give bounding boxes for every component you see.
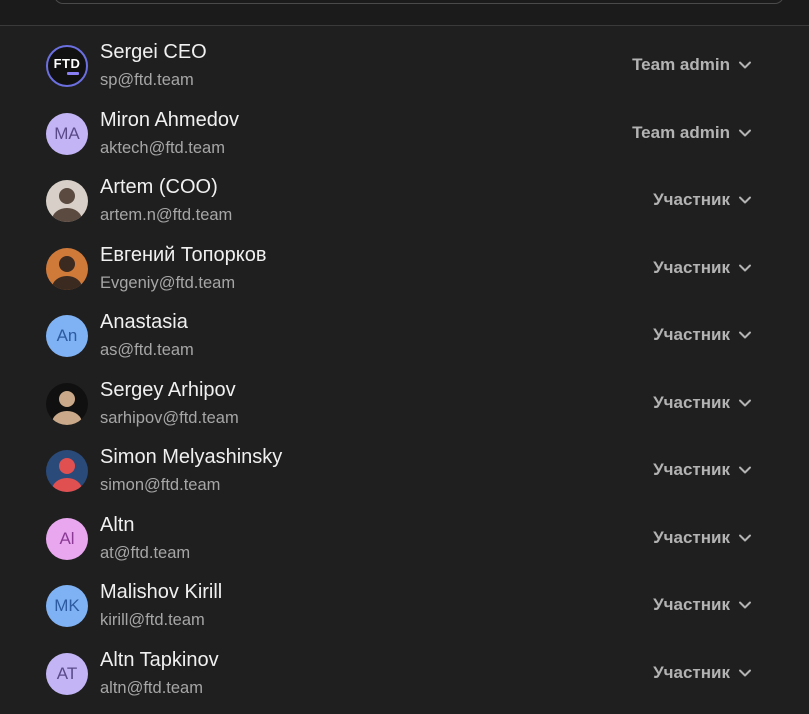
avatar: An bbox=[46, 315, 88, 357]
member-email: sp@ftd.team bbox=[100, 71, 194, 89]
chevron-down-icon bbox=[739, 196, 751, 204]
chevron-down-icon bbox=[739, 601, 751, 609]
member-name: Altn Tapkinov bbox=[100, 648, 219, 671]
member-row[interactable]: MA Miron Ahmedov aktech@ftd.team Team admin bbox=[0, 99, 809, 167]
role-dropdown[interactable]: Участник bbox=[653, 528, 752, 548]
role-label: Участник bbox=[653, 190, 730, 209]
chevron-down-icon bbox=[739, 466, 751, 474]
search-input[interactable] bbox=[54, 0, 784, 4]
role-label: Участник bbox=[653, 460, 730, 479]
avatar: Al bbox=[46, 517, 88, 560]
avatar-initials: AT bbox=[56, 663, 78, 683]
member-name: Sergei CEO bbox=[100, 41, 207, 63]
role-dropdown[interactable]: Участник bbox=[653, 595, 752, 615]
avatar: MK bbox=[46, 585, 88, 627]
role-dropdown[interactable]: Участник bbox=[653, 663, 752, 683]
avatar: FTD bbox=[46, 45, 88, 87]
user-photo-icon bbox=[52, 255, 82, 290]
member-name: Евгений Топорков bbox=[100, 243, 267, 266]
member-row[interactable]: Simon Melyashinsky simon@ftd.team Участник bbox=[0, 436, 809, 504]
role-dropdown[interactable]: Участник bbox=[653, 190, 752, 210]
member-row[interactable]: Евгений Топорков Evgeniy@ftd.team Участник bbox=[0, 234, 809, 302]
member-list: FTD Sergei CEO sp@ftd.team Team admin MA Miro… bbox=[0, 31, 809, 706]
chevron-down-icon bbox=[739, 669, 751, 676]
member-name: Simon Melyashinsky bbox=[100, 446, 283, 468]
role-label: Участник bbox=[653, 392, 730, 412]
logo-text: FTD bbox=[53, 56, 81, 71]
avatar bbox=[46, 247, 88, 290]
member-email: artem.n@ftd.team bbox=[100, 206, 233, 224]
role-dropdown[interactable]: Участник bbox=[653, 460, 752, 480]
member-row[interactable]: An Anastasia as@ftd.team Участник bbox=[0, 301, 809, 369]
role-dropdown[interactable]: Участник bbox=[653, 393, 752, 413]
role-dropdown[interactable]: Участник bbox=[653, 325, 752, 345]
role-label: Участник bbox=[653, 662, 730, 682]
role-label: Участник bbox=[653, 325, 730, 344]
member-email: as@ftd.team bbox=[100, 341, 194, 359]
member-name: Artem (COO) bbox=[100, 176, 218, 198]
avatar-initials: MK bbox=[54, 596, 80, 615]
chevron-down-icon bbox=[739, 331, 751, 339]
avatar-initials: Al bbox=[59, 528, 75, 548]
user-photo-icon bbox=[52, 458, 82, 492]
avatar bbox=[46, 450, 88, 492]
role-label: Участник bbox=[653, 257, 730, 277]
member-email: altn@ftd.team bbox=[100, 678, 203, 697]
role-label: Team admin bbox=[632, 122, 730, 142]
member-name: Malishov Kirill bbox=[100, 581, 223, 603]
member-row[interactable]: MK Malishov Kirill kirill@ftd.team Участник bbox=[0, 571, 809, 639]
avatar bbox=[46, 382, 88, 425]
member-email: simon@ftd.team bbox=[100, 476, 221, 494]
chevron-down-icon bbox=[739, 264, 751, 271]
member-email: Evgeniy@ftd.team bbox=[100, 273, 236, 292]
member-row[interactable]: Sergey Arhipov sarhipov@ftd.team Участник bbox=[0, 369, 809, 437]
user-photo-icon bbox=[52, 188, 82, 222]
chevron-down-icon bbox=[739, 534, 751, 541]
member-row[interactable]: Artem (COO) artem.n@ftd.team Участник bbox=[0, 166, 809, 234]
member-name: Altn bbox=[100, 513, 135, 536]
member-name: Miron Ahmedov bbox=[100, 108, 239, 131]
search-bar-area bbox=[0, 0, 809, 26]
role-dropdown[interactable]: Участник bbox=[653, 258, 752, 278]
role-label: Участник bbox=[653, 527, 730, 547]
member-name: Sergey Arhipov bbox=[100, 378, 236, 401]
role-label: Участник bbox=[653, 595, 730, 614]
avatar bbox=[46, 180, 88, 222]
chevron-down-icon bbox=[739, 129, 751, 136]
member-row[interactable]: AT Altn Tapkinov altn@ftd.team Участник bbox=[0, 639, 809, 707]
avatar-initials: An bbox=[56, 326, 78, 345]
member-row[interactable]: Al Altn at@ftd.team Участник bbox=[0, 504, 809, 572]
chevron-down-icon bbox=[739, 399, 751, 406]
role-label: Team admin bbox=[632, 55, 730, 74]
member-row[interactable]: FTD Sergei CEO sp@ftd.team Team admin bbox=[0, 31, 809, 99]
member-email: at@ftd.team bbox=[100, 543, 191, 562]
member-name: Anastasia bbox=[100, 311, 188, 333]
avatar: AT bbox=[46, 652, 88, 695]
chevron-down-icon bbox=[739, 61, 751, 69]
ftd-logo-icon: FTD bbox=[54, 57, 81, 75]
member-email: aktech@ftd.team bbox=[100, 138, 225, 157]
member-email: sarhipov@ftd.team bbox=[100, 408, 239, 427]
role-dropdown[interactable]: Team admin bbox=[632, 123, 752, 143]
avatar-initials: MA bbox=[54, 123, 80, 143]
member-email: kirill@ftd.team bbox=[100, 611, 205, 629]
avatar: MA bbox=[46, 112, 88, 155]
role-dropdown[interactable]: Team admin bbox=[632, 55, 752, 75]
user-photo-icon bbox=[52, 390, 82, 425]
